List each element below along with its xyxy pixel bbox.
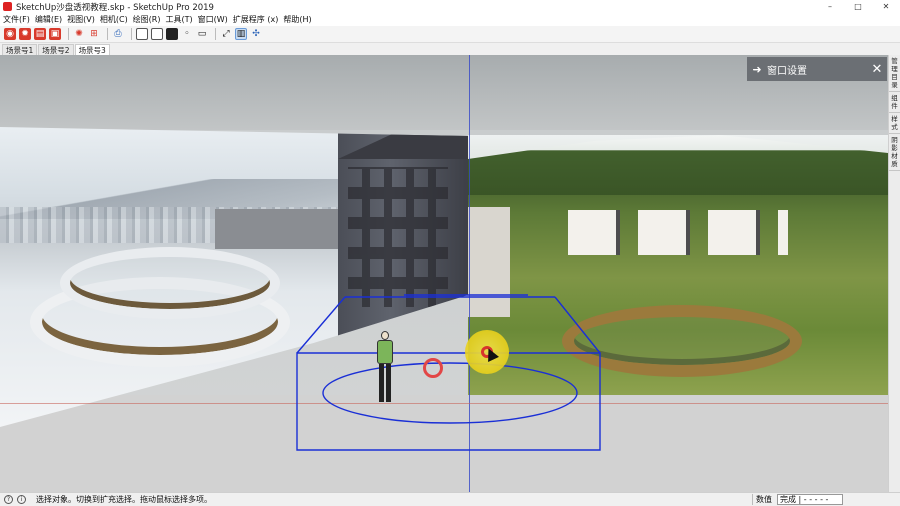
shadow-settings-icon[interactable]: ✺ (73, 28, 85, 40)
iso-view-icon[interactable] (136, 28, 148, 40)
minimize-button[interactable]: – (816, 0, 844, 13)
tab-scene-2[interactable]: 场景号2 (38, 44, 74, 55)
scene-tabs: 场景号1 场景号2 场景号3 (0, 43, 900, 55)
menu-extensions[interactable]: 扩展程序 (x) (233, 14, 279, 25)
close-window-button[interactable]: ✕ (872, 0, 900, 13)
right-view-icon[interactable]: ◦ (181, 28, 193, 40)
status-bar: ? i 选择对象。切换到扩充选择。拖动鼠标选择多项。 数值 完成 | - - -… (0, 492, 900, 506)
layout-icon[interactable]: ▤ (34, 28, 46, 40)
tab-scene-1[interactable]: 场景号1 (2, 44, 38, 55)
toolbar-separator (68, 28, 69, 40)
side-tab-shadows[interactable]: 阴影材质 (889, 134, 900, 171)
toolbar-separator (215, 28, 216, 40)
menu-tools[interactable]: 工具(T) (166, 14, 193, 25)
measurements-input[interactable]: 完成 | - - - - - (777, 494, 843, 505)
window-title: SketchUp沙盘透视教程.skp - SketchUp Pro 2019 (16, 2, 214, 13)
menu-camera[interactable]: 相机(C) (100, 14, 128, 25)
measurements-label: 数值 (752, 494, 775, 505)
figure-head (381, 331, 389, 340)
menu-help[interactable]: 帮助(H) (283, 14, 311, 25)
tab-scene-3[interactable]: 场景号3 (74, 44, 110, 55)
arrow-right-icon[interactable]: ➜ (747, 63, 767, 76)
fog-icon[interactable]: ⊞ (88, 28, 100, 40)
toolbar-separator (107, 28, 108, 40)
tray-panel-header[interactable]: ➜ 窗口设置 ✕ (747, 57, 887, 81)
menu-edit[interactable]: 编辑(E) (35, 14, 62, 25)
geo-location-icon[interactable]: ? (4, 495, 13, 504)
front-view-icon[interactable] (166, 28, 178, 40)
print-icon[interactable]: ⎙ (112, 28, 124, 40)
figure-legs (379, 364, 391, 402)
menu-bar: 文件(F) 编辑(E) 视图(V) 相机(C) 绘图(R) 工具(T) 窗口(W… (0, 13, 900, 26)
match-photo-icon[interactable]: ▥ (235, 28, 247, 40)
main-toolbar: ◉ ✹ ▤ ▣ ✺ ⊞ ⎙ ◦ ▭ ⤢ ▥ ✣ (0, 26, 900, 43)
selection-bounding-box[interactable] (0, 55, 888, 492)
style-builder-icon[interactable]: ▣ (49, 28, 61, 40)
scale-figure[interactable] (374, 331, 396, 405)
info-icon[interactable]: i (17, 495, 26, 504)
extension-warehouse-icon[interactable]: ✹ (19, 28, 31, 40)
back-view-icon[interactable]: ▭ (196, 28, 208, 40)
sketchup-logo-icon (3, 2, 12, 11)
tray-side-tabs: 管理目录 组件 样式 阴影材质 (888, 55, 900, 492)
position-camera-icon[interactable]: ⤢ (220, 28, 232, 40)
snap-point-icon (423, 358, 443, 378)
figure-torso (377, 340, 393, 364)
close-icon[interactable]: ✕ (867, 62, 887, 77)
3d-warehouse-icon[interactable]: ◉ (4, 28, 16, 40)
menu-draw[interactable]: 绘图(R) (133, 14, 161, 25)
side-tab-components[interactable]: 组件 (889, 92, 900, 113)
menu-view[interactable]: 视图(V) (67, 14, 95, 25)
window-controls: – □ ✕ (816, 0, 900, 13)
title-bar: SketchUp沙盘透视教程.skp - SketchUp Pro 2019 –… (0, 0, 900, 13)
walk-icon[interactable]: ✣ (250, 28, 262, 40)
top-view-icon[interactable] (151, 28, 163, 40)
menu-file[interactable]: 文件(F) (3, 14, 30, 25)
side-tab-styles[interactable]: 样式 (889, 113, 900, 134)
side-tab-manage[interactable]: 管理目录 (889, 55, 900, 92)
menu-window[interactable]: 窗口(W) (198, 14, 228, 25)
model-viewport[interactable]: ➜ 窗口设置 ✕ (0, 55, 888, 492)
status-message: 选择对象。切换到扩充选择。拖动鼠标选择多项。 (36, 495, 212, 504)
maximize-button[interactable]: □ (844, 0, 872, 13)
measurements-box: 数值 完成 | - - - - - (752, 493, 843, 506)
toolbar-separator (131, 28, 132, 40)
tray-title: 窗口设置 (767, 65, 807, 77)
